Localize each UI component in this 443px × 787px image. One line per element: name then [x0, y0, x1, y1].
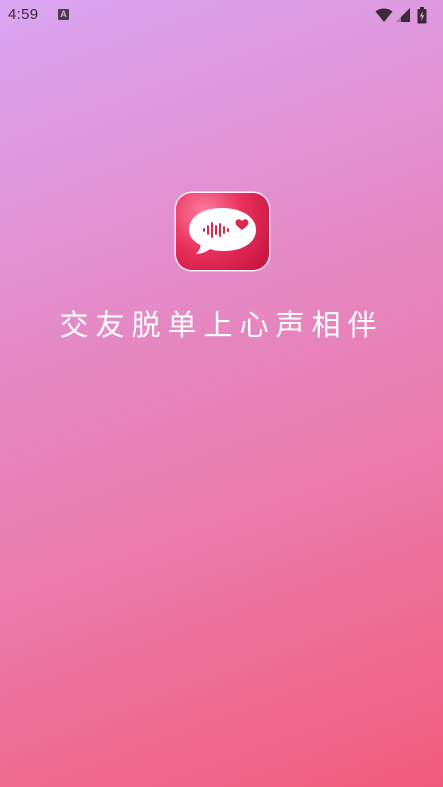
status-time: 4:59 [8, 6, 39, 23]
status-icons [375, 7, 435, 24]
a-letter-icon: A [58, 9, 69, 20]
notification-letter: A [60, 9, 67, 19]
cell-signal-icon [396, 8, 410, 22]
battery-charging-icon [417, 7, 427, 24]
status-bar: 4:59 A [0, 0, 443, 30]
voice-chat-heart-icon [176, 193, 269, 270]
wifi-icon [375, 8, 393, 22]
slogan-text: 交友脱单上心声相伴 [59, 308, 384, 342]
splash-screen: 4:59 A 交友脱单上心声相伴 [0, 0, 443, 787]
